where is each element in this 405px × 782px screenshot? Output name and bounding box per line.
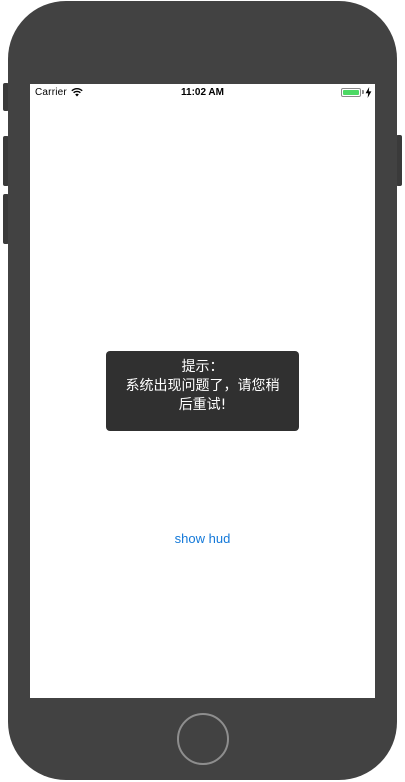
show-hud-button[interactable]: show hud [30,531,375,546]
status-bar: Carrier 11:02 AM [30,84,375,102]
lightning-bolt-icon [365,87,372,98]
app-screen: Carrier 11:02 AM 提示： 系统出现问题了，请您稍 后重试! sh… [30,84,375,698]
battery-cap [362,90,364,94]
hud-message-line-2: 后重试! [178,397,227,413]
page: Carrier 11:02 AM 提示： 系统出现问题了，请您稍 后重试! sh… [0,0,405,782]
status-time: 11:02 AM [181,87,224,98]
hud-toast: 提示： 系统出现问题了，请您稍 后重试! [106,351,299,431]
battery-level [343,90,359,95]
hud-message-line-1: 系统出现问题了，请您稍 [125,378,280,394]
hud-title: 提示： [181,359,224,375]
home-button-icon[interactable] [177,713,229,765]
battery-icon [341,88,361,97]
